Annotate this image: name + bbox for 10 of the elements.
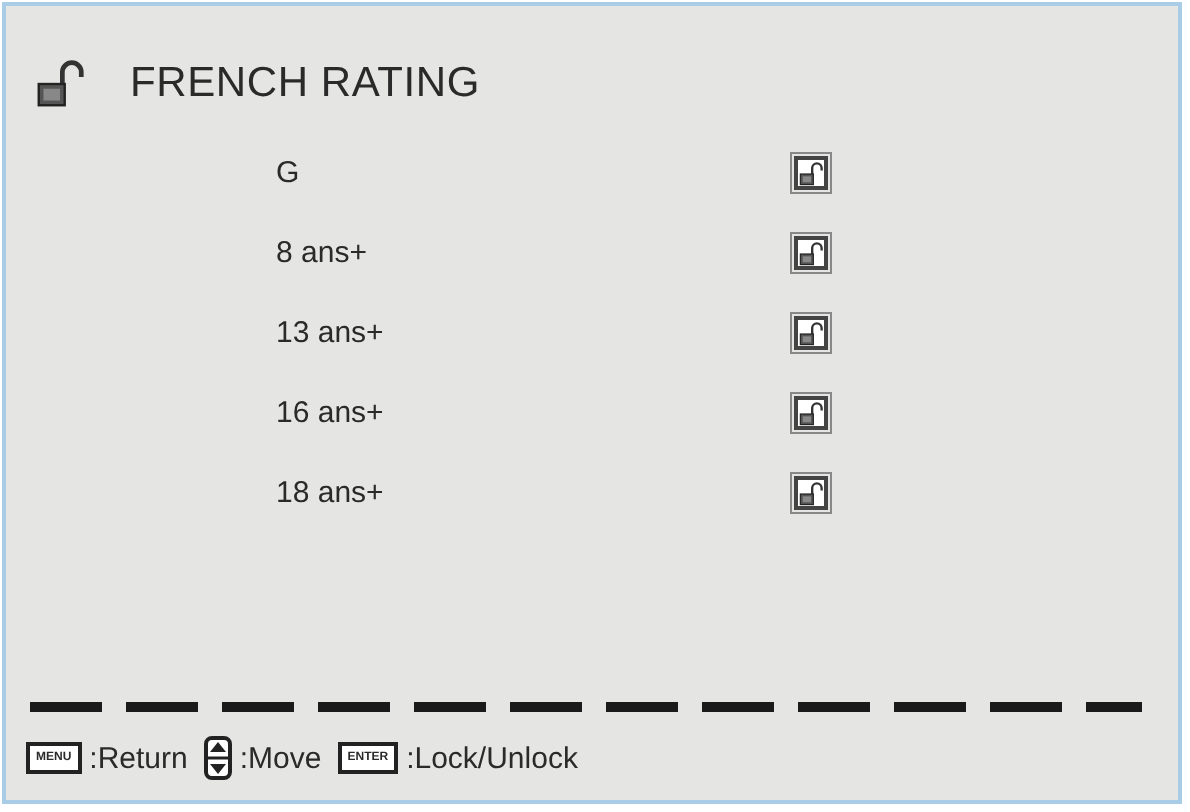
rating-label: 18 ans+ xyxy=(276,476,386,510)
up-down-icon xyxy=(203,736,232,780)
menu-title: FRENCH RATING xyxy=(130,60,481,108)
rating-label: 8 ans+ xyxy=(276,236,369,270)
hint-text: :Return xyxy=(89,741,188,775)
rating-label: G xyxy=(276,156,302,190)
rating-label: 13 ans+ xyxy=(276,316,386,350)
hint-text: :Lock/Unlock xyxy=(406,741,578,775)
rating-label: 16 ans+ xyxy=(276,396,386,430)
hint-text: :Move xyxy=(239,741,322,775)
